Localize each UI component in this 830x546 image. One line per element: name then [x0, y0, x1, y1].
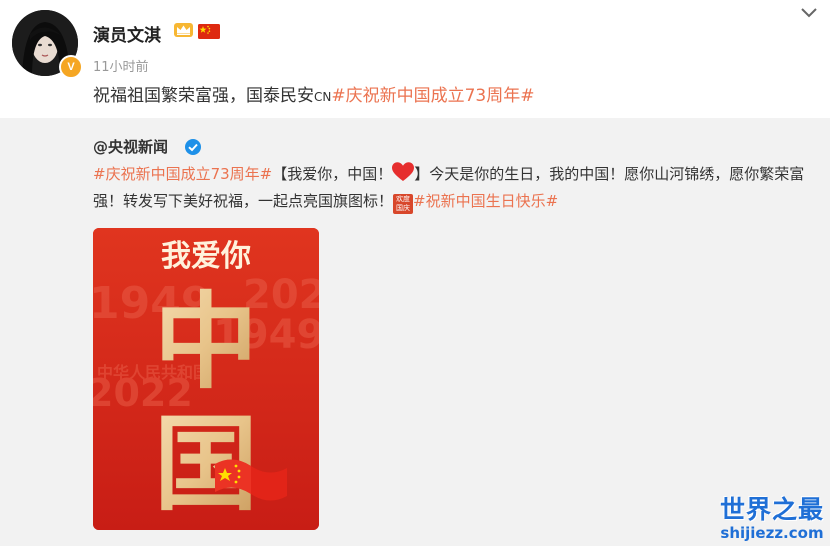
- quoted-topic-link-2[interactable]: #祝新中国生日快乐#: [413, 192, 558, 210]
- china-flag-icon: [198, 24, 220, 39]
- poster-image[interactable]: 1949 2022 1949 2022 中华人民共和国 我爱你 中 国: [93, 228, 319, 530]
- quoted-text-part-1: 【我爱你，中国！: [272, 165, 393, 183]
- quoted-topic-link-1[interactable]: #庆祝新中国成立73周年#: [93, 165, 272, 183]
- watermark-title: 世界之最: [719, 495, 824, 524]
- chevron-down-icon[interactable]: [800, 6, 818, 20]
- watermark-url: shijiezz.com: [720, 524, 824, 542]
- post-text: 祝福祖国繁荣富强，国泰民安CN#庆祝新中国成立73周年#: [93, 81, 534, 106]
- quoted-text: #庆祝新中国成立73周年#【我爱你，中国！ 】今天是你的生日，我的中国！愿你山河锦…: [93, 161, 823, 215]
- festival-icon: 欢度国庆: [393, 194, 414, 214]
- post-text-main: 祝福祖国繁荣富强，国泰民安: [93, 86, 314, 106]
- heart-icon: [392, 162, 415, 181]
- verified-badge-icon: [185, 139, 201, 155]
- watermark: 世界之最 shijiezz.com: [720, 490, 824, 542]
- post-topic-link[interactable]: #庆祝新中国成立73周年#: [331, 86, 534, 106]
- crown-icon: [174, 23, 193, 37]
- poster-char-zhong: 中: [154, 281, 258, 403]
- quoted-author[interactable]: @央视新闻: [93, 136, 168, 157]
- poster-headline: 我爱你: [161, 239, 251, 274]
- post-time[interactable]: 11小时前: [93, 56, 149, 75]
- cn-label: CN: [314, 90, 332, 104]
- post-author-name[interactable]: 演员文淇: [93, 21, 161, 46]
- verified-badge-icon: V: [59, 55, 83, 79]
